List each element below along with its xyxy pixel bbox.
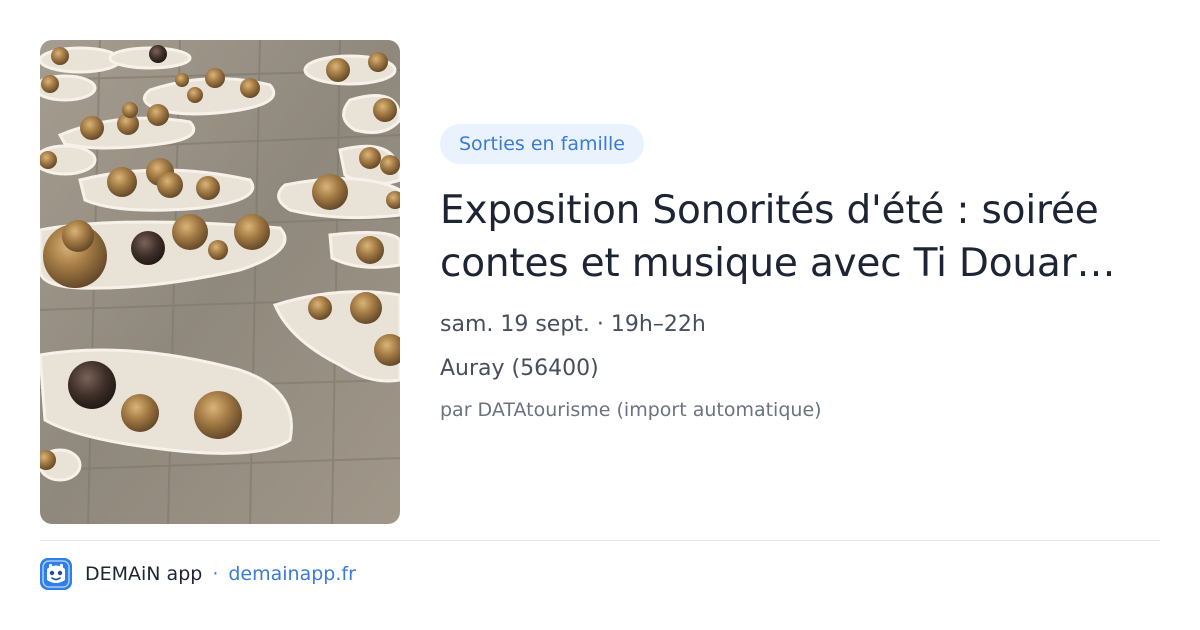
demain-app-icon <box>40 558 72 590</box>
footer-divider <box>40 540 1160 541</box>
footer-separator: · <box>212 563 219 585</box>
event-image <box>40 40 400 524</box>
event-title[interactable]: Exposition Sonorités d'été : soirée cont… <box>440 184 1140 290</box>
app-name: DEMAiN app <box>85 563 203 585</box>
app-domain-link[interactable]: demainapp.fr <box>228 563 356 585</box>
app-footer: DEMAiN app · demainapp.fr <box>40 558 356 590</box>
event-source: par DATAtourisme (import automatique) <box>440 399 822 421</box>
event-datetime: sam. 19 sept. · 19h–22h <box>440 312 706 337</box>
category-chip[interactable]: Sorties en famille <box>440 124 644 164</box>
event-details: Sorties en famille Exposition Sonorités … <box>440 124 1160 424</box>
event-location: Auray (56400) <box>440 356 599 381</box>
event-share-card[interactable]: Sorties en famille Exposition Sonorités … <box>0 0 1200 630</box>
